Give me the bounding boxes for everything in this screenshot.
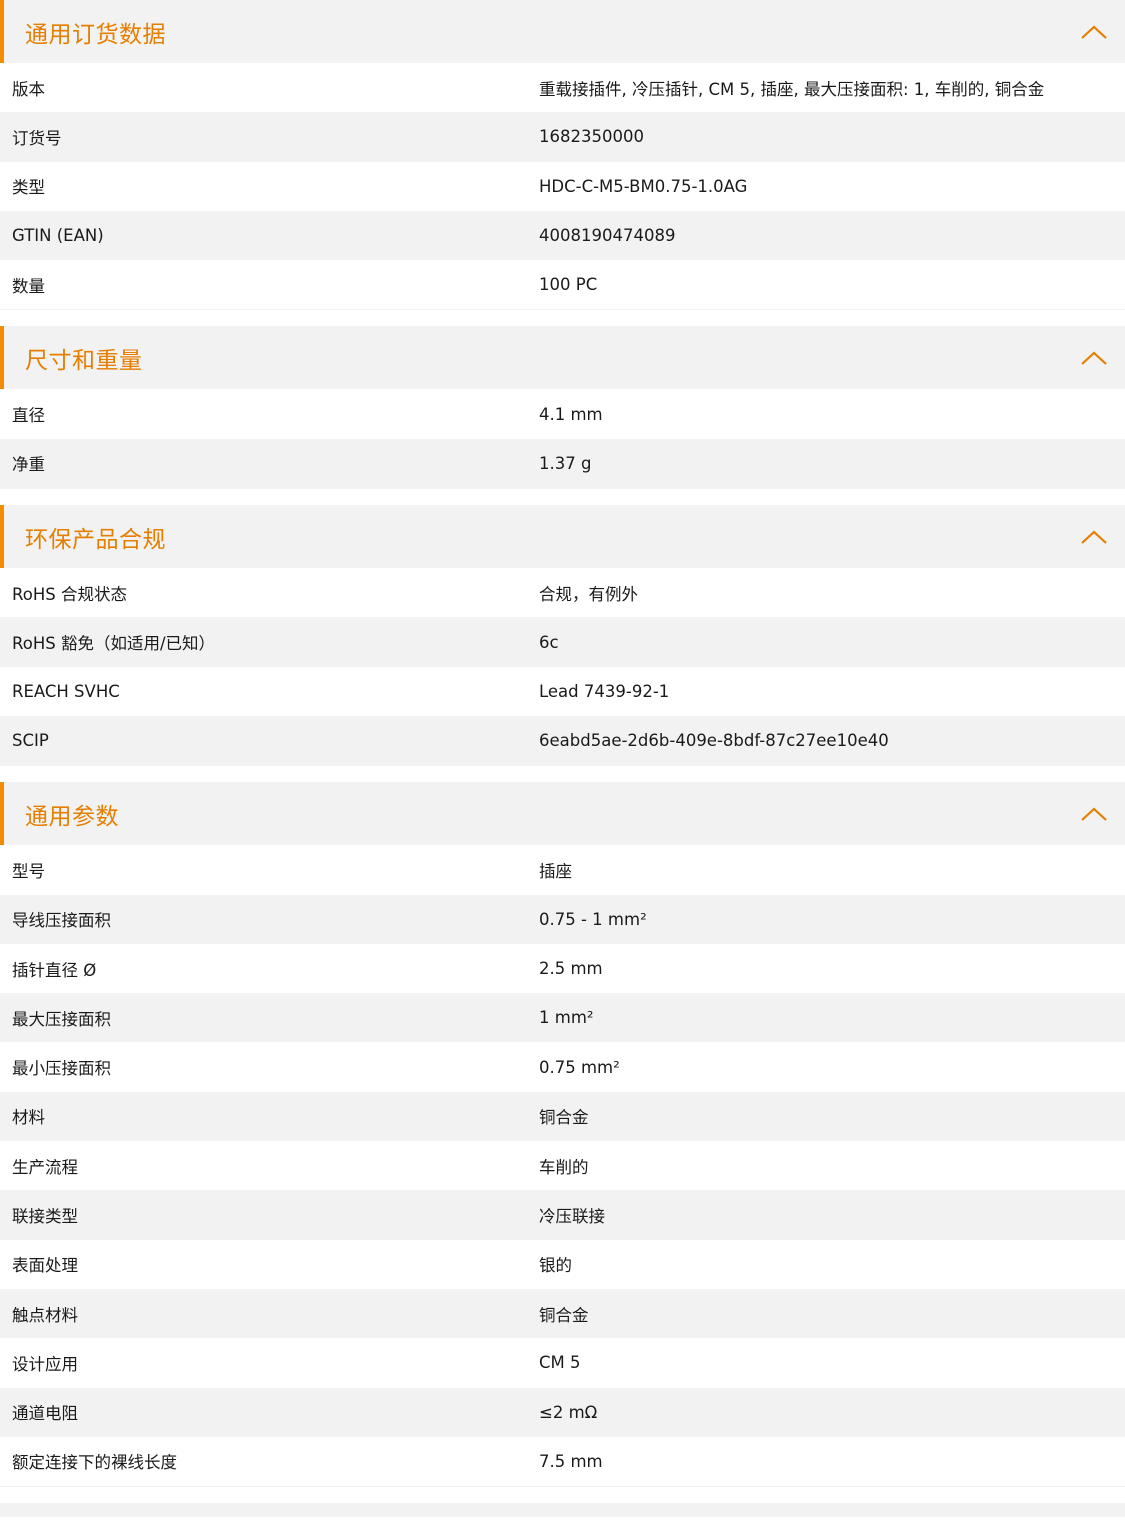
row-label: 材料 <box>12 1108 45 1128</box>
table-row: 生产流程 车削的 <box>0 1141 1125 1191</box>
row-value: 0.75 - 1 mm² <box>539 909 647 929</box>
table-row: 联接类型 冷压联接 <box>0 1190 1125 1240</box>
section-title: 通用参数 <box>25 803 119 830</box>
row-value: CM 5 <box>539 1353 581 1373</box>
row-value: 1.37 g <box>539 453 592 473</box>
row-label: 最小压接面积 <box>12 1059 111 1079</box>
table-row: RoHS 合规状态 合规，有例外 <box>0 568 1125 618</box>
row-value: 1 mm² <box>539 1008 594 1028</box>
row-value: 1682350000 <box>539 127 644 147</box>
row-value: 车削的 <box>539 1157 589 1177</box>
row-value: 插座 <box>539 861 572 881</box>
chevron-up-icon[interactable] <box>1080 350 1108 366</box>
row-value: 4.1 mm <box>539 404 603 424</box>
row-value: 4008190474089 <box>539 226 676 246</box>
row-label: 型号 <box>12 861 45 881</box>
chevron-up-icon[interactable] <box>1080 806 1108 822</box>
row-label: 订货号 <box>12 128 62 148</box>
section-header[interactable]: 尺寸和重量 <box>0 326 1125 390</box>
row-label: REACH SVHC <box>12 681 120 701</box>
row-label: 表面处理 <box>12 1256 78 1276</box>
row-value: 6c <box>539 632 559 652</box>
table-row: 版本 重载接插件, 冷压插针, CM 5, 插座, 最大压接面积: 1, 车削的,… <box>0 63 1125 113</box>
row-value: Lead 7439-92-1 <box>539 681 670 701</box>
row-label: 导线压接面积 <box>12 911 111 931</box>
row-label: 生产流程 <box>12 1157 78 1177</box>
row-value: 重载接插件, 冷压插针, CM 5, 插座, 最大压接面积: 1, 车削的, 铜… <box>539 79 1045 99</box>
section-general-order-data: 通用订货数据 版本 重载接插件, 冷压插针, CM 5, 插座, 最大压接面积: … <box>0 0 1125 311</box>
row-label: 通道电阻 <box>12 1404 78 1424</box>
row-label: 直径 <box>12 406 45 426</box>
row-value: 6eabd5ae-2d6b-409e-8bdf-87c27ee10e40 <box>539 731 889 751</box>
row-value: 铜合金 <box>539 1108 589 1128</box>
section-general-parameters: 通用参数 型号 插座 导线压接面积 0.75 - 1 mm² 插针直径 Ø 2.5 m… <box>0 782 1125 1488</box>
row-label: 类型 <box>12 178 45 198</box>
row-label: 额定连接下的裸线长度 <box>12 1453 177 1473</box>
table-row: 净重 1.37 g <box>0 438 1125 489</box>
row-value: ≤2 mΩ <box>539 1402 598 1422</box>
chevron-up-icon[interactable] <box>1080 529 1108 545</box>
row-label: 联接类型 <box>12 1206 78 1226</box>
row-value: 铜合金 <box>539 1305 589 1325</box>
section-title: 环保产品合规 <box>25 526 166 553</box>
table-row: GTIN (EAN) 4008190474089 <box>0 210 1125 261</box>
table-row: 设计应用 CM 5 <box>0 1338 1125 1388</box>
table-row: RoHS 豁免（如适用/已知） 6c <box>0 617 1125 667</box>
row-label: 净重 <box>12 455 45 475</box>
row-label: 最大压接面积 <box>12 1009 111 1029</box>
section-dimensions-weight: 尺寸和重量 直径 4.1 mm 净重 1.37 g <box>0 326 1125 490</box>
row-value: 2.5 mm <box>539 959 603 978</box>
table-row: SCIP 6eabd5ae-2d6b-409e-8bdf-87c27ee10e40 <box>0 715 1125 766</box>
row-value: 冷压联接 <box>539 1206 605 1226</box>
row-label: 插针直径 Ø <box>12 960 97 980</box>
row-label: 版本 <box>12 79 45 99</box>
table-row: 最小压接面积 0.75 mm² <box>0 1042 1125 1092</box>
section-header[interactable]: 环保产品合规 <box>0 505 1125 569</box>
table-row: 导线压接面积 0.75 - 1 mm² <box>0 894 1125 944</box>
section-header[interactable]: 通用参数 <box>0 782 1125 846</box>
row-label: 设计应用 <box>12 1354 78 1374</box>
section-header[interactable]: 通用订货数据 <box>0 0 1125 63</box>
table-row: 通道电阻 ≤2 mΩ <box>0 1387 1125 1437</box>
table-row: 触点材料 铜合金 <box>0 1288 1125 1339</box>
table-row: 型号 插座 <box>0 845 1125 895</box>
row-label: GTIN (EAN) <box>12 226 104 246</box>
row-label: 触点材料 <box>12 1305 78 1325</box>
chevron-up-icon[interactable] <box>1080 24 1108 40</box>
section-title: 通用订货数据 <box>25 21 166 48</box>
row-value: 0.75 mm² <box>539 1057 620 1077</box>
row-label: SCIP <box>12 731 49 751</box>
row-label: RoHS 豁免（如适用/已知） <box>12 634 216 654</box>
row-value: 100 PC <box>539 275 598 295</box>
table-row: 最大压接面积 1 mm² <box>0 993 1125 1043</box>
row-value: 银的 <box>539 1256 572 1276</box>
row-value: HDC-C-M5-BM0.75-1.0AG <box>539 176 748 196</box>
table-row: 类型 HDC-C-M5-BM0.75-1.0AG <box>0 161 1125 211</box>
table-row: 表面处理 银的 <box>0 1239 1125 1289</box>
table-row: 材料 铜合金 <box>0 1091 1125 1142</box>
table-row: REACH SVHC Lead 7439-92-1 <box>0 666 1125 716</box>
row-label: 数量 <box>12 276 45 296</box>
row-label: RoHS 合规状态 <box>12 584 127 604</box>
table-row: 数量 100 PC <box>0 260 1125 310</box>
table-row: 额定连接下的裸线长度 7.5 mm <box>0 1436 1125 1487</box>
section-environmental-compliance: 环保产品合规 RoHS 合规状态 合规，有例外 RoHS 豁免（如适用/已知） 6c… <box>0 505 1125 767</box>
table-row: 订货号 1682350000 <box>0 112 1125 162</box>
row-value: 7.5 mm <box>539 1451 603 1471</box>
row-value: 合规，有例外 <box>539 584 638 604</box>
table-row: 直径 4.1 mm <box>0 389 1125 439</box>
table-row: 插针直径 Ø 2.5 mm <box>0 943 1125 994</box>
section-title: 尺寸和重量 <box>25 347 143 374</box>
next-section-edge <box>0 1503 1125 1518</box>
